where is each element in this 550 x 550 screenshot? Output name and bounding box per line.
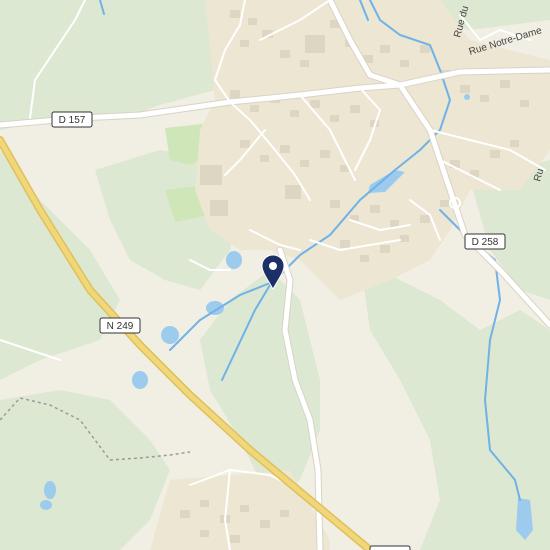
pond-far-west-2 — [40, 500, 52, 510]
route-shield-n249: N 249 — [99, 317, 141, 334]
route-shield-d157: D 157 — [51, 111, 93, 128]
pond-far-west — [44, 481, 56, 499]
route-shield-d258: D 258 — [464, 233, 506, 250]
map-canvas[interactable]: D 157 N 249 D 258 Rue Notre-Dame Rue du … — [0, 0, 550, 550]
pond-west — [206, 301, 224, 315]
route-shield-n249-label: N 249 — [107, 321, 134, 332]
pond-small — [464, 94, 470, 100]
route-shield-bottom-partial — [369, 545, 411, 550]
pond-southwest — [161, 326, 179, 344]
route-shield-d258-label: D 258 — [472, 237, 499, 248]
map-view[interactable]: D 157 N 249 D 258 Rue Notre-Dame Rue du … — [0, 0, 550, 550]
route-shield-d157-label: D 157 — [59, 115, 86, 126]
pond-central — [226, 251, 242, 269]
pond-south — [132, 371, 148, 389]
